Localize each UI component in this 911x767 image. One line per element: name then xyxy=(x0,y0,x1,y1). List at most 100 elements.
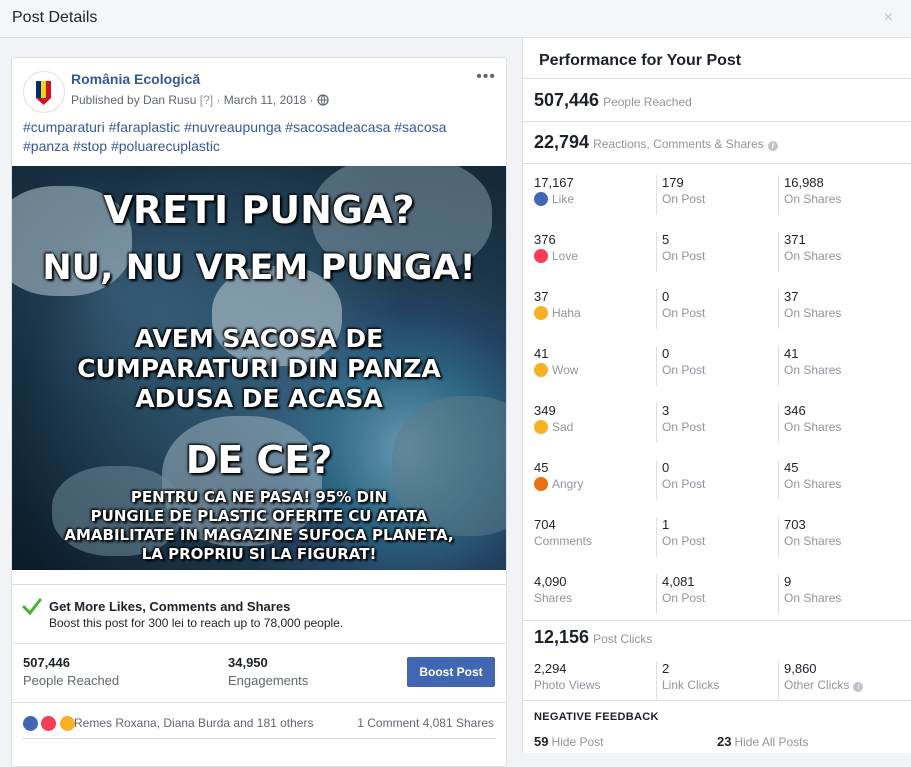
boost-heading: Get More Likes, Comments and Shares xyxy=(49,599,291,614)
reactions-comments-shares-stat: 22,794 Reactions, Comments & Shares i xyxy=(534,132,778,153)
published-by[interactable]: Published by Dan Rusu xyxy=(71,93,196,107)
row-on-post: 0 On Post xyxy=(656,460,772,500)
row-on-shares: 37 On Shares xyxy=(778,289,904,329)
row-on-post: 3 On Post xyxy=(656,403,772,443)
clicks-breakdown: 2,294 Photo Views 2 Link Clicks 9,860 Ot… xyxy=(523,661,911,718)
hashtag-link[interactable]: #panza xyxy=(23,138,69,154)
image-text: ADUSA DE ACASA xyxy=(135,384,383,413)
row-total: 45 Angry xyxy=(534,460,584,491)
reaction-icons[interactable] xyxy=(22,715,76,733)
row-on-shares: 703 On Shares xyxy=(778,517,904,557)
post-hashtags: #cumparaturi #faraplastic #nuvreaupunga … xyxy=(23,118,493,156)
check-icon xyxy=(22,598,42,616)
breakdown-row: 17,167 Like 179 On Post 16,988 On Shares xyxy=(523,175,911,232)
hashtag-link[interactable]: #cumparaturi xyxy=(23,119,105,135)
hashtag-link[interactable]: #sacosa xyxy=(394,119,446,135)
stat-label: People Reached xyxy=(603,95,692,109)
image-text: CUMPARATURI DIN PANZA xyxy=(77,354,441,383)
hashtag-link[interactable]: #sacosadeacasa xyxy=(285,119,390,135)
image-text: PUNGILE DE PLASTIC OFERITE CU ATATA xyxy=(90,507,428,525)
post-clicks-stat: 12,156 Post Clicks xyxy=(534,627,652,648)
hashtag-link[interactable]: #poluarecuplastic xyxy=(111,138,220,154)
like-icon xyxy=(22,715,39,733)
hide-post-stat: 59 Hide Post xyxy=(534,734,604,749)
stat-label: Reactions, Comments & Shares xyxy=(593,137,764,151)
row-on-post: 1 On Post xyxy=(656,517,772,557)
post-date[interactable]: · March 11, 2018 · xyxy=(216,93,313,107)
hide-all-posts-stat: 23 Hide All Posts xyxy=(717,734,809,749)
negative-feedback-title: NEGATIVE FEEDBACK xyxy=(534,711,659,723)
hashtag-link[interactable]: #faraplastic xyxy=(109,119,181,135)
row-total: 41 Wow xyxy=(534,346,579,377)
post-meta: Published by Dan Rusu [?] · March 11, 20… xyxy=(71,93,329,107)
row-on-shares: 45 On Shares xyxy=(778,460,904,500)
info-icon[interactable]: i xyxy=(767,141,778,151)
reactions-summary: Remes Roxana, Diana Burda and 181 others… xyxy=(12,702,506,743)
breakdown-row: 704 Comments 1 On Post 703 On Shares xyxy=(523,517,911,574)
row-total: 349 Sad xyxy=(534,403,574,434)
image-text: VRETI PUNGA? xyxy=(103,188,415,232)
other-clicks: 9,860 Other Clicks i xyxy=(778,661,904,701)
row-on-post: 0 On Post xyxy=(656,289,772,329)
close-icon[interactable]: × xyxy=(884,9,893,27)
photo-views: 2,294 Photo Views xyxy=(534,661,601,692)
more-options-icon[interactable]: ••• xyxy=(476,68,496,86)
breakdown-row: 349 Sad 3 On Post 346 On Shares xyxy=(523,403,911,460)
row-on-post: 5 On Post xyxy=(656,232,772,272)
row-on-shares: 41 On Shares xyxy=(778,346,904,386)
post-image[interactable]: VRETI PUNGA? NU, NU VREM PUNGA! AVEM SAC… xyxy=(12,166,506,570)
boost-subtext: Boost this post for 300 lei to reach up … xyxy=(49,616,344,630)
boost-prompt: Get More Likes, Comments and Shares Boos… xyxy=(12,584,506,643)
row-on-post: 0 On Post xyxy=(656,346,772,386)
performance-panel: Performance for Your Post 507,446 People … xyxy=(522,38,911,753)
globe-icon xyxy=(317,94,329,106)
stat-value: 507,446 xyxy=(534,90,600,110)
sad-icon xyxy=(534,420,548,434)
hashtag-link[interactable]: #stop xyxy=(73,138,107,154)
row-total: 17,167 Like xyxy=(534,175,575,206)
page-name-link[interactable]: România Ecologică xyxy=(71,71,200,87)
row-on-shares: 9 On Shares xyxy=(778,574,904,614)
stat-label: Post Clicks xyxy=(593,632,653,646)
image-text: AMABILITATE IN MAGAZINE SUFOCA PLANETA, xyxy=(64,526,454,544)
reactor-names[interactable]: Remes Roxana, Diana Burda and 181 others xyxy=(74,716,313,730)
breakdown-row: 37 Haha 0 On Post 37 On Shares xyxy=(523,289,911,346)
row-on-post: 179 On Post xyxy=(656,175,772,215)
wow-icon xyxy=(534,363,548,377)
hashtag-link[interactable]: #nuvreaupunga xyxy=(184,119,281,135)
performance-title: Performance for Your Post xyxy=(539,52,742,69)
image-text: DE CE? xyxy=(185,438,333,482)
post-stats: 507,446 People Reached 34,950 Engagement… xyxy=(12,643,506,702)
stat-value: 12,156 xyxy=(534,627,590,647)
breakdown-row: 45 Angry 0 On Post 45 On Shares xyxy=(523,460,911,517)
stat-value: 22,794 xyxy=(534,132,590,152)
people-reached-stat: 507,446 People Reached xyxy=(534,90,692,111)
engagements-label: Engagements xyxy=(228,673,309,688)
row-on-shares: 346 On Shares xyxy=(778,403,904,443)
row-on-shares: 371 On Shares xyxy=(778,232,904,272)
post-card: România Ecologică Published by Dan Rusu … xyxy=(11,57,507,767)
love-icon xyxy=(40,715,58,733)
image-text: PENTRU CA NE PASA! 95% DIN xyxy=(130,488,388,506)
row-total: 37 Haha xyxy=(534,289,581,320)
boost-post-button[interactable]: Boost Post xyxy=(407,657,495,687)
breakdown-row: 4,090 Shares 4,081 On Post 9 On Shares xyxy=(523,574,911,631)
page-avatar[interactable] xyxy=(23,71,65,113)
comments-shares-count[interactable]: 1 Comment 4,081 Shares xyxy=(357,716,494,730)
link-clicks: 2 Link Clicks xyxy=(656,661,772,701)
people-reached-value: 507,446 xyxy=(23,655,70,670)
angry-icon xyxy=(534,477,548,491)
image-text: NU, NU VREM PUNGA! xyxy=(42,248,476,288)
love-icon xyxy=(534,249,548,263)
row-total: 704 Comments xyxy=(534,517,593,548)
breakdown-row: 41 Wow 0 On Post 41 On Shares xyxy=(523,346,911,403)
row-total: 376 Love xyxy=(534,232,579,263)
info-icon[interactable]: i xyxy=(853,682,864,692)
image-text: AVEM SACOSA DE xyxy=(134,324,384,353)
image-text: LA PROPRIU SI LA FIGURAT! xyxy=(141,545,377,563)
like-icon xyxy=(534,192,548,206)
help-marker[interactable]: [?] xyxy=(200,93,213,107)
dialog-header: Post Details × xyxy=(0,0,911,38)
engagements-value: 34,950 xyxy=(228,655,268,670)
dialog-title: Post Details xyxy=(12,9,98,26)
